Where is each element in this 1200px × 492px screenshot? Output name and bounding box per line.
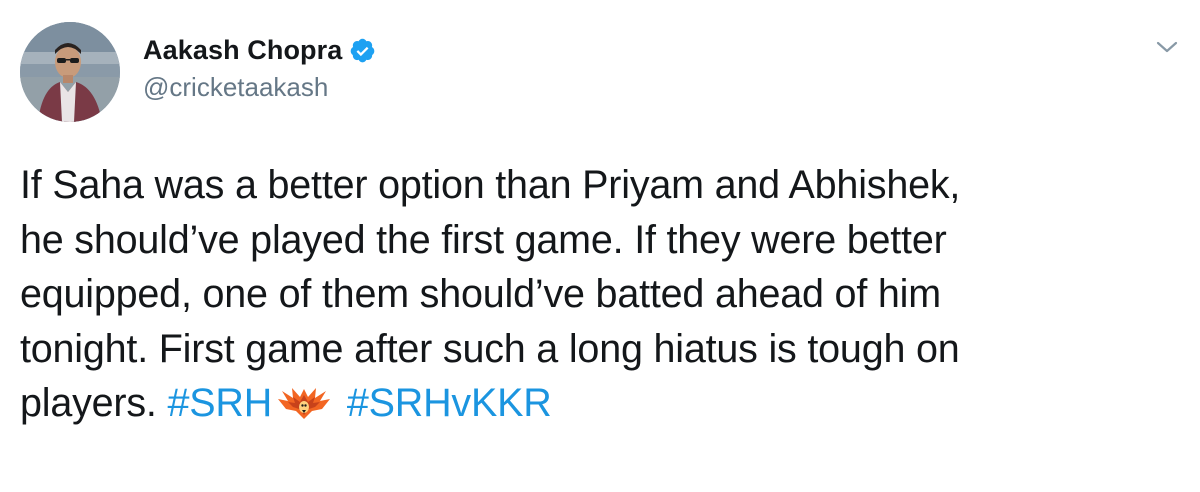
profile-photo (20, 22, 120, 122)
user-info: Aakash Chopra @cricketaakash (143, 30, 376, 103)
tweet-line: equipped, one of them should’ve batted a… (20, 272, 941, 316)
tweet-text: If Saha was a better option than Priyam … (20, 158, 1180, 431)
chevron-down-icon[interactable] (1152, 34, 1182, 60)
tweet-line: If Saha was a better option than Priyam … (20, 163, 961, 207)
tweet-line: tonight. First game after such a long hi… (20, 326, 960, 371)
tweet-card: Aakash Chopra @cricketaakash If Saha was… (0, 0, 1200, 492)
srh-eagle-emoji-icon (276, 383, 332, 421)
hashtag-srhvkkr-link[interactable]: #SRHvKKR (347, 381, 552, 425)
display-name[interactable]: Aakash Chopra (143, 35, 342, 66)
tweet-line-text: players. (20, 381, 157, 425)
user-handle[interactable]: @cricketaakash (143, 72, 376, 103)
verified-badge-icon (349, 37, 376, 64)
hashtag-srh-link[interactable]: #SRH (168, 381, 273, 425)
name-row: Aakash Chopra (143, 30, 376, 70)
avatar[interactable] (20, 22, 120, 122)
tweet-last-line: players. #SRH #SRHvKKR (20, 376, 1180, 431)
tweet-line: he should’ve played the first game. If t… (20, 217, 947, 262)
